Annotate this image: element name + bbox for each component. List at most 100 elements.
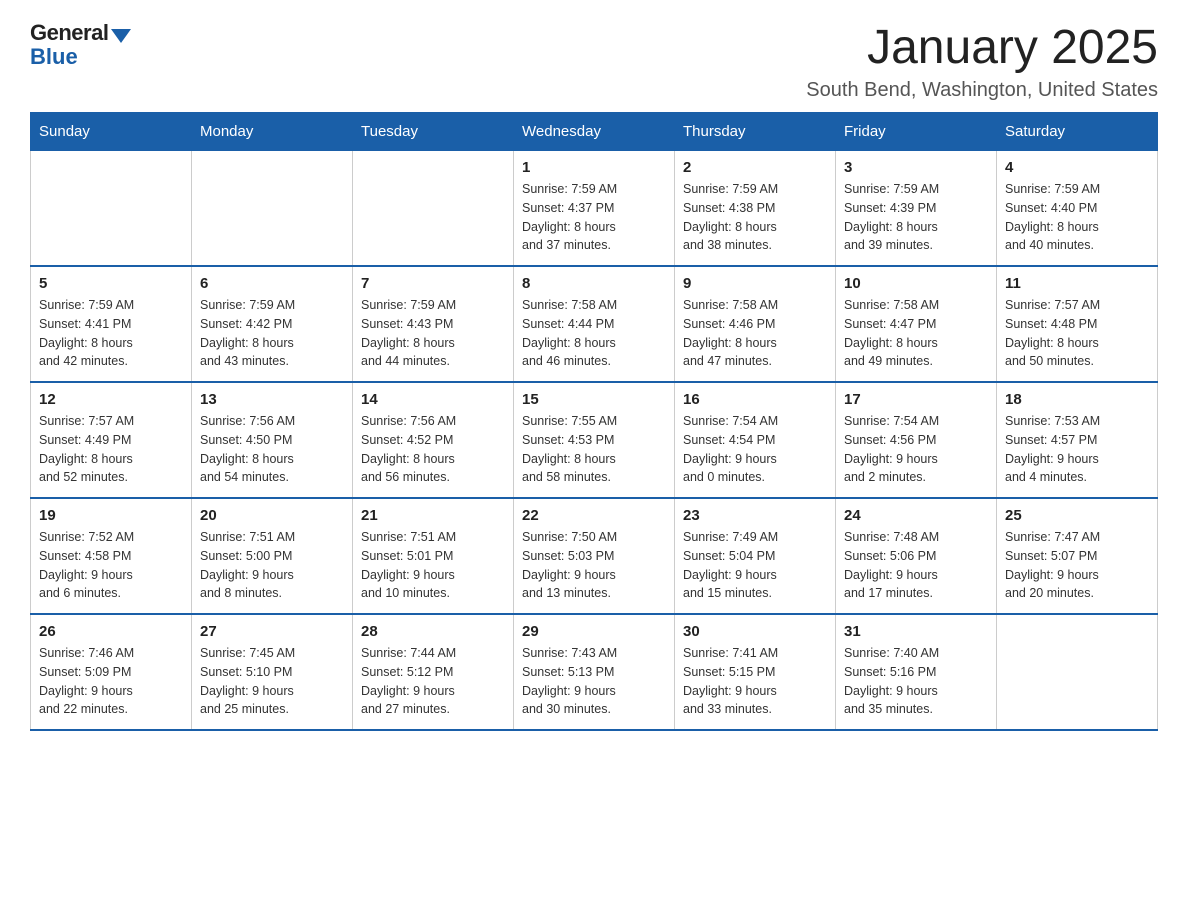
cell-info-text: Sunrise: 7:47 AMSunset: 5:07 PMDaylight:…	[1005, 528, 1149, 603]
cell-info-text: Sunrise: 7:45 AMSunset: 5:10 PMDaylight:…	[200, 644, 344, 719]
cell-day-number: 1	[522, 159, 666, 176]
calendar-cell: 24 Sunrise: 7:48 AMSunset: 5:06 PMDayligh…	[836, 498, 997, 614]
calendar-header: SundayMondayTuesdayWednesdayThursdayFrid…	[31, 113, 1158, 151]
cell-day-number: 24	[844, 507, 988, 524]
cell-info-text: Sunrise: 7:54 AMSunset: 4:56 PMDaylight:…	[844, 412, 988, 487]
cell-day-number: 4	[1005, 159, 1149, 176]
calendar-cell	[997, 614, 1158, 730]
month-title: January 2025	[806, 20, 1158, 75]
cell-day-number: 26	[39, 623, 183, 640]
cell-info-text: Sunrise: 7:49 AMSunset: 5:04 PMDaylight:…	[683, 528, 827, 603]
cell-info-text: Sunrise: 7:41 AMSunset: 5:15 PMDaylight:…	[683, 644, 827, 719]
calendar-week-5: 26 Sunrise: 7:46 AMSunset: 5:09 PMDayligh…	[31, 614, 1158, 730]
calendar-cell: 13 Sunrise: 7:56 AMSunset: 4:50 PMDayligh…	[192, 382, 353, 498]
cell-info-text: Sunrise: 7:48 AMSunset: 5:06 PMDaylight:…	[844, 528, 988, 603]
cell-info-text: Sunrise: 7:51 AMSunset: 5:01 PMDaylight:…	[361, 528, 505, 603]
calendar-cell: 26 Sunrise: 7:46 AMSunset: 5:09 PMDayligh…	[31, 614, 192, 730]
weekday-row: SundayMondayTuesdayWednesdayThursdayFrid…	[31, 113, 1158, 151]
weekday-header-wednesday: Wednesday	[514, 113, 675, 151]
cell-info-text: Sunrise: 7:56 AMSunset: 4:50 PMDaylight:…	[200, 412, 344, 487]
cell-day-number: 22	[522, 507, 666, 524]
cell-info-text: Sunrise: 7:59 AMSunset: 4:39 PMDaylight:…	[844, 180, 988, 255]
cell-day-number: 5	[39, 275, 183, 292]
cell-info-text: Sunrise: 7:51 AMSunset: 5:00 PMDaylight:…	[200, 528, 344, 603]
calendar-cell: 11 Sunrise: 7:57 AMSunset: 4:48 PMDayligh…	[997, 266, 1158, 382]
cell-day-number: 19	[39, 507, 183, 524]
calendar-cell: 3Sunrise: 7:59 AMSunset: 4:39 PMDaylight…	[836, 151, 997, 267]
weekday-header-monday: Monday	[192, 113, 353, 151]
cell-info-text: Sunrise: 7:58 AMSunset: 4:44 PMDaylight:…	[522, 296, 666, 371]
cell-day-number: 29	[522, 623, 666, 640]
calendar-cell: 17 Sunrise: 7:54 AMSunset: 4:56 PMDayligh…	[836, 382, 997, 498]
location-title: South Bend, Washington, United States	[806, 79, 1158, 102]
calendar-week-3: 12Sunrise: 7:57 AMSunset: 4:49 PMDayligh…	[31, 382, 1158, 498]
cell-info-text: Sunrise: 7:59 AMSunset: 4:40 PMDaylight:…	[1005, 180, 1149, 255]
cell-info-text: Sunrise: 7:59 AMSunset: 4:43 PMDaylight:…	[361, 296, 505, 371]
cell-day-number: 11	[1005, 275, 1149, 292]
cell-day-number: 10	[844, 275, 988, 292]
calendar-cell: 10 Sunrise: 7:58 AMSunset: 4:47 PMDayligh…	[836, 266, 997, 382]
calendar-cell	[353, 151, 514, 267]
weekday-header-friday: Friday	[836, 113, 997, 151]
calendar-cell: 29 Sunrise: 7:43 AMSunset: 5:13 PMDayligh…	[514, 614, 675, 730]
cell-day-number: 2	[683, 159, 827, 176]
calendar-cell: 21 Sunrise: 7:51 AMSunset: 5:01 PMDayligh…	[353, 498, 514, 614]
calendar-cell: 20 Sunrise: 7:51 AMSunset: 5:00 PMDayligh…	[192, 498, 353, 614]
cell-day-number: 16	[683, 391, 827, 408]
logo-general-text: General	[30, 20, 108, 46]
calendar-body: 1 Sunrise: 7:59 AMSunset: 4:37 PMDaylight…	[31, 151, 1158, 731]
calendar-cell: 8Sunrise: 7:58 AMSunset: 4:44 PMDaylight…	[514, 266, 675, 382]
calendar-cell: 1 Sunrise: 7:59 AMSunset: 4:37 PMDaylight…	[514, 151, 675, 267]
cell-day-number: 18	[1005, 391, 1149, 408]
cell-info-text: Sunrise: 7:53 AMSunset: 4:57 PMDaylight:…	[1005, 412, 1149, 487]
calendar-cell: 7 Sunrise: 7:59 AMSunset: 4:43 PMDaylight…	[353, 266, 514, 382]
cell-day-number: 6	[200, 275, 344, 292]
cell-day-number: 17	[844, 391, 988, 408]
cell-day-number: 20	[200, 507, 344, 524]
cell-day-number: 7	[361, 275, 505, 292]
calendar-cell: 27 Sunrise: 7:45 AMSunset: 5:10 PMDayligh…	[192, 614, 353, 730]
calendar-cell: 5Sunrise: 7:59 AMSunset: 4:41 PMDaylight…	[31, 266, 192, 382]
calendar-cell: 2 Sunrise: 7:59 AMSunset: 4:38 PMDaylight…	[675, 151, 836, 267]
logo-blue-text: Blue	[30, 44, 78, 70]
cell-day-number: 14	[361, 391, 505, 408]
cell-day-number: 21	[361, 507, 505, 524]
cell-info-text: Sunrise: 7:46 AMSunset: 5:09 PMDaylight:…	[39, 644, 183, 719]
cell-info-text: Sunrise: 7:58 AMSunset: 4:47 PMDaylight:…	[844, 296, 988, 371]
calendar-cell: 16Sunrise: 7:54 AMSunset: 4:54 PMDayligh…	[675, 382, 836, 498]
cell-info-text: Sunrise: 7:40 AMSunset: 5:16 PMDaylight:…	[844, 644, 988, 719]
calendar-cell: 6 Sunrise: 7:59 AMSunset: 4:42 PMDaylight…	[192, 266, 353, 382]
cell-info-text: Sunrise: 7:43 AMSunset: 5:13 PMDaylight:…	[522, 644, 666, 719]
cell-day-number: 27	[200, 623, 344, 640]
cell-info-text: Sunrise: 7:59 AMSunset: 4:38 PMDaylight:…	[683, 180, 827, 255]
cell-info-text: Sunrise: 7:44 AMSunset: 5:12 PMDaylight:…	[361, 644, 505, 719]
calendar-cell: 4 Sunrise: 7:59 AMSunset: 4:40 PMDaylight…	[997, 151, 1158, 267]
cell-day-number: 13	[200, 391, 344, 408]
cell-day-number: 23	[683, 507, 827, 524]
calendar-cell	[31, 151, 192, 267]
cell-info-text: Sunrise: 7:57 AMSunset: 4:48 PMDaylight:…	[1005, 296, 1149, 371]
cell-day-number: 30	[683, 623, 827, 640]
cell-info-text: Sunrise: 7:55 AMSunset: 4:53 PMDaylight:…	[522, 412, 666, 487]
cell-info-text: Sunrise: 7:52 AMSunset: 4:58 PMDaylight:…	[39, 528, 183, 603]
cell-info-text: Sunrise: 7:57 AMSunset: 4:49 PMDaylight:…	[39, 412, 183, 487]
cell-day-number: 25	[1005, 507, 1149, 524]
cell-day-number: 31	[844, 623, 988, 640]
cell-info-text: Sunrise: 7:59 AMSunset: 4:37 PMDaylight:…	[522, 180, 666, 255]
calendar-cell: 12Sunrise: 7:57 AMSunset: 4:49 PMDayligh…	[31, 382, 192, 498]
weekday-header-sunday: Sunday	[31, 113, 192, 151]
cell-info-text: Sunrise: 7:58 AMSunset: 4:46 PMDaylight:…	[683, 296, 827, 371]
calendar-cell: 22Sunrise: 7:50 AMSunset: 5:03 PMDayligh…	[514, 498, 675, 614]
calendar-cell: 18 Sunrise: 7:53 AMSunset: 4:57 PMDayligh…	[997, 382, 1158, 498]
cell-day-number: 28	[361, 623, 505, 640]
weekday-header-tuesday: Tuesday	[353, 113, 514, 151]
page-header: General Blue January 2025 South Bend, Wa…	[30, 20, 1158, 102]
calendar-week-1: 1 Sunrise: 7:59 AMSunset: 4:37 PMDaylight…	[31, 151, 1158, 267]
calendar-cell: 19 Sunrise: 7:52 AMSunset: 4:58 PMDayligh…	[31, 498, 192, 614]
calendar-cell	[192, 151, 353, 267]
title-section: January 2025 South Bend, Washington, Uni…	[806, 20, 1158, 102]
cell-day-number: 15	[522, 391, 666, 408]
cell-info-text: Sunrise: 7:59 AMSunset: 4:42 PMDaylight:…	[200, 296, 344, 371]
logo: General Blue	[30, 20, 131, 70]
calendar-cell: 9Sunrise: 7:58 AMSunset: 4:46 PMDaylight…	[675, 266, 836, 382]
